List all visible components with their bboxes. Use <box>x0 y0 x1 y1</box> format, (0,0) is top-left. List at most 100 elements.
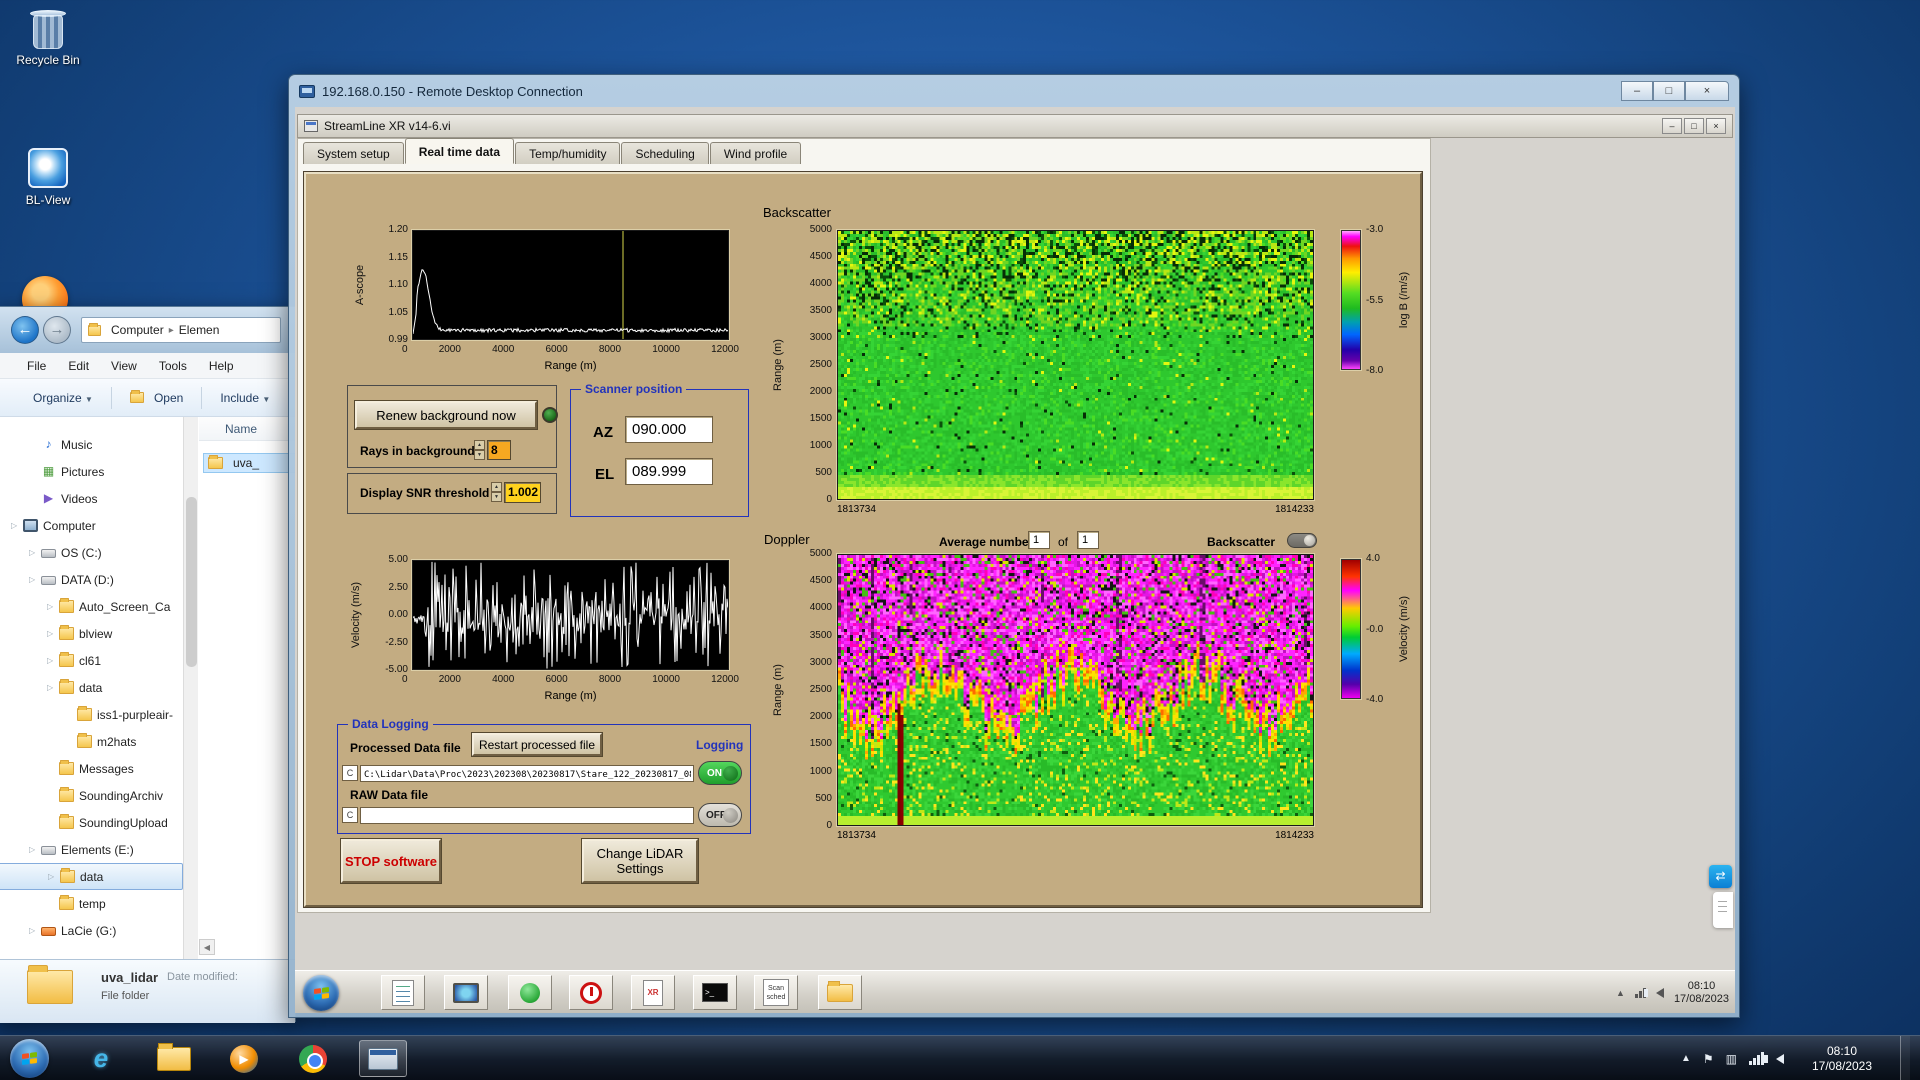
volume-icon[interactable] <box>1764 1053 1784 1064</box>
processed-logging-toggle[interactable]: ON <box>698 761 742 785</box>
expander-icon[interactable]: ▷ <box>29 845 41 854</box>
blview-icon[interactable]: BL-View <box>16 148 80 207</box>
rays-spinner[interactable]: ▲ ▼ <box>474 440 485 460</box>
restart-processed-file-button[interactable]: Restart processed file <box>471 732 603 757</box>
tree-item-data-d-[interactable]: ▷ DATA (D:) <box>0 566 183 593</box>
volume-icon[interactable] <box>1643 987 1664 998</box>
tree-item-iss1-purpleair-[interactable]: iss1-purpleair- <box>0 701 183 728</box>
tree-scrollbar[interactable] <box>183 417 198 959</box>
expander-icon[interactable]: ▷ <box>11 521 23 530</box>
device-icon[interactable]: ▥ <box>1726 1052 1737 1066</box>
column-header-name[interactable]: Name <box>199 417 295 441</box>
address-bar[interactable]: Computer ▸ Elemen <box>81 317 281 343</box>
tree-item-pictures[interactable]: ▦ Pictures <box>0 458 183 485</box>
remote-app-power[interactable] <box>569 975 613 1010</box>
raw-path-browse[interactable]: C <box>342 807 358 823</box>
taskbar-rdp-active[interactable] <box>359 1040 407 1077</box>
average-number-input[interactable] <box>1028 531 1050 549</box>
tree-item-computer[interactable]: ▷ Computer <box>0 512 183 539</box>
tree-item-elements-e-[interactable]: ▷ Elements (E:) <box>0 836 183 863</box>
menu-file[interactable]: File <box>27 359 46 373</box>
remote-app-display[interactable] <box>444 975 488 1010</box>
remote-app-console[interactable]: >_ <box>693 975 737 1010</box>
processed-path-field[interactable] <box>360 765 694 782</box>
menu-edit[interactable]: Edit <box>68 359 89 373</box>
remote-app-folder[interactable] <box>818 975 862 1010</box>
remote-app-green[interactable] <box>508 975 552 1010</box>
processed-path-browse[interactable]: C <box>342 765 358 781</box>
tab-wind-profile[interactable]: Wind profile <box>709 142 802 164</box>
taskbar-ie[interactable]: e <box>79 1040 123 1077</box>
tree-item-m2hats[interactable]: m2hats <box>0 728 183 755</box>
tree-item-videos[interactable]: ▶ Videos <box>0 485 183 512</box>
tree-item-data[interactable]: ▷ data <box>0 674 183 701</box>
tab-temp-humidity[interactable]: Temp/humidity <box>515 142 621 164</box>
expander-icon[interactable]: ▷ <box>47 629 59 638</box>
teamviewer-tab[interactable] <box>1713 892 1733 928</box>
doppler-heatmap[interactable] <box>837 554 1314 826</box>
tray-expand-icon[interactable]: ▲ <box>1616 988 1625 998</box>
raw-path-field[interactable] <box>360 807 694 824</box>
snr-value[interactable]: 1.002 <box>504 482 541 503</box>
teamviewer-handle-icon[interactable]: ⇄ <box>1709 865 1732 888</box>
tree-item-temp[interactable]: temp <box>0 890 183 917</box>
backscatter-heatmap[interactable] <box>837 230 1314 500</box>
file-item-uva[interactable]: uva_ <box>203 453 295 473</box>
open-button[interactable]: Open <box>129 390 183 405</box>
tab-system-setup[interactable]: System setup <box>303 142 404 164</box>
renew-background-button[interactable]: Renew background now <box>354 400 538 430</box>
back-button[interactable]: ← <box>11 316 39 344</box>
menu-tools[interactable]: Tools <box>159 359 187 373</box>
tree-item-messages[interactable]: Messages <box>0 755 183 782</box>
tree-item-lacie-g-[interactable]: ▷ LaCie (G:) <box>0 917 183 944</box>
remote-app-xr[interactable]: XR <box>631 975 675 1010</box>
tree-item-auto-screen-ca[interactable]: ▷ Auto_Screen_Ca <box>0 593 183 620</box>
taskbar-explorer[interactable] <box>152 1040 196 1077</box>
expander-icon[interactable]: ▷ <box>29 548 41 557</box>
start-button[interactable] <box>10 1039 49 1078</box>
tree-item-blview[interactable]: ▷ blview <box>0 620 183 647</box>
velocity-plot[interactable] <box>412 560 729 670</box>
menu-view[interactable]: View <box>111 359 137 373</box>
average-of-input[interactable] <box>1077 531 1099 549</box>
recycle-bin-icon[interactable]: Recycle Bin <box>16 10 80 67</box>
taskbar-chrome[interactable] <box>291 1040 335 1077</box>
organize-button[interactable]: Organize ▼ <box>33 391 93 405</box>
remote-app-scan-sched[interactable]: Scan sched <box>754 975 798 1010</box>
ascope-plot[interactable] <box>412 230 729 340</box>
taskbar-media-player[interactable]: ▶ <box>222 1040 266 1077</box>
rdp-minimize-button[interactable]: – <box>1621 81 1653 101</box>
expander-icon[interactable]: ▷ <box>47 683 59 692</box>
tree-item-music[interactable]: ♪ Music <box>0 431 183 458</box>
vi-restore-button[interactable]: □ <box>1684 118 1704 134</box>
breadcrumb-root[interactable]: Computer <box>111 323 164 337</box>
vi-minimize-button[interactable]: – <box>1662 118 1682 134</box>
remote-app-journal[interactable] <box>381 975 425 1010</box>
network-icon[interactable] <box>1749 1052 1764 1065</box>
tree-item-cl61[interactable]: ▷ cl61 <box>0 647 183 674</box>
expander-icon[interactable]: ▷ <box>29 926 41 935</box>
tab-scheduling[interactable]: Scheduling <box>621 142 709 164</box>
tree-item-data[interactable]: ▷ data <box>0 863 183 890</box>
tree-item-soundingarchiv[interactable]: SoundingArchiv <box>0 782 183 809</box>
expander-icon[interactable]: ▷ <box>48 872 60 881</box>
stop-software-button[interactable]: STOP software <box>340 838 442 884</box>
rdp-close-button[interactable]: × <box>1685 81 1729 101</box>
change-lidar-settings-button[interactable]: Change LiDAR Settings <box>581 838 699 884</box>
rdp-titlebar[interactable]: 192.168.0.150 - Remote Desktop Connectio… <box>295 75 1733 107</box>
tree-scrollbar-thumb[interactable] <box>186 497 197 667</box>
expander-icon[interactable]: ▷ <box>47 602 59 611</box>
tree-item-os-c-[interactable]: ▷ OS (C:) <box>0 539 183 566</box>
remote-clock[interactable]: 08:10 17/08/2023 <box>1674 980 1729 1006</box>
show-desktop-button[interactable] <box>1900 1036 1910 1080</box>
vi-titlebar[interactable]: StreamLine XR v14-6.vi – □ × <box>297 114 1733 138</box>
include-button[interactable]: Include ▼ <box>220 391 270 405</box>
action-center-icon[interactable]: ⚑ <box>1703 1052 1714 1066</box>
rays-value[interactable]: 8 <box>487 440 511 460</box>
el-value-input[interactable] <box>625 458 713 485</box>
tray-expand-icon[interactable]: ▲ <box>1681 1053 1691 1064</box>
vi-close-button[interactable]: × <box>1706 118 1726 134</box>
clock[interactable]: 08:10 17/08/2023 <box>1796 1044 1888 1074</box>
rdp-maximize-button[interactable]: □ <box>1653 81 1685 101</box>
hscroll-left-button[interactable]: ◀ <box>199 939 215 955</box>
